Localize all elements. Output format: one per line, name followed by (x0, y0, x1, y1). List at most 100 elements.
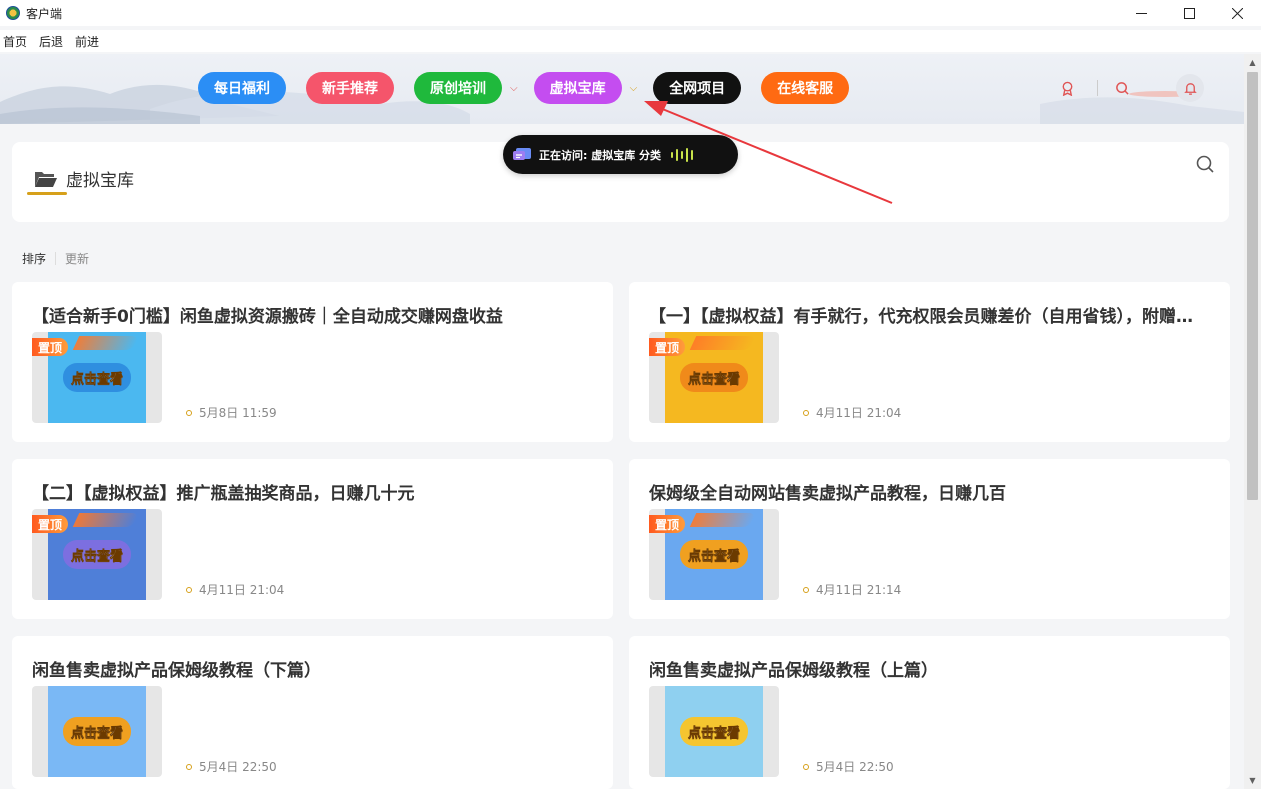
post-date-text: 5月4日 22:50 (816, 760, 894, 774)
view-button: 点击查看 (62, 540, 131, 569)
vertical-scrollbar[interactable]: ▲ ▼ (1244, 54, 1261, 789)
post-title[interactable]: 【二】【虚拟权益】推广瓶盖抽奖商品，日赚几十元 (32, 479, 592, 504)
category-title-text: 虚拟宝库 (66, 171, 134, 191)
search-icon[interactable] (1195, 154, 1215, 174)
nav-original-training[interactable]: 原创培训 (414, 72, 502, 104)
post-thumbnail[interactable]: 点击查看 置顶 (32, 509, 162, 600)
flame-decoration (689, 336, 757, 350)
pinned-badge: 置顶 (649, 515, 686, 533)
close-icon (1231, 7, 1243, 19)
thumbnail-art: 点击查看 (48, 686, 146, 777)
pinned-badge: 置顶 (32, 338, 69, 356)
post-card[interactable]: 闲鱼售卖虚拟产品保姆级教程（下篇） 点击查看 5月4日 22:50 (12, 636, 613, 789)
date-dot-icon (803, 409, 809, 416)
title-bar: 客户端 (0, 0, 1261, 26)
post-card[interactable]: 【二】【虚拟权益】推广瓶盖抽奖商品，日赚几十元 点击查看 置顶 4月11日 21… (12, 459, 613, 619)
bell-icon (1183, 82, 1197, 95)
nav-virtual-treasury[interactable]: 虚拟宝库 (533, 72, 622, 104)
post-title[interactable]: 【适合新手0门槛】闲鱼虚拟资源搬砖｜全自动成交赚网盘收益 (32, 302, 592, 327)
post-card[interactable]: 保姆级全自动网站售卖虚拟产品教程，日赚几百 点击查看 置顶 4月11日 21:1… (629, 459, 1230, 619)
date-dot-icon (186, 763, 192, 770)
post-title[interactable]: 【一】【虚拟权益】有手就行，代充权限会员赚差价（自用省钱），附赠完整代充渠道 (649, 302, 1209, 327)
post-card[interactable]: 【一】【虚拟权益】有手就行，代充权限会员赚差价（自用省钱），附赠完整代充渠道 点… (629, 282, 1230, 442)
sort-option-update[interactable]: 更新 (65, 250, 89, 267)
nav-online-service[interactable]: 在线客服 (761, 72, 850, 104)
post-title[interactable]: 闲鱼售卖虚拟产品保姆级教程（下篇） (32, 656, 592, 681)
scroll-up-arrow-icon[interactable]: ▲ (1244, 54, 1261, 71)
visiting-text: 正在访问: 虚拟宝库 分类 (539, 148, 662, 162)
flame-decoration (72, 336, 140, 350)
view-button: 点击查看 (679, 363, 748, 392)
post-title[interactable]: 闲鱼售卖虚拟产品保姆级教程（上篇） (649, 656, 1209, 681)
sort-divider (55, 252, 57, 265)
sort-label[interactable]: 排序 (22, 250, 46, 267)
thumbnail-art: 点击查看 (665, 686, 763, 777)
date-dot-icon (186, 409, 192, 416)
award-button[interactable] (1053, 74, 1081, 102)
post-date: 5月4日 22:50 (803, 758, 894, 775)
nav-all-projects[interactable]: 全网项目 (653, 72, 742, 104)
post-title[interactable]: 保姆级全自动网站售卖虚拟产品教程，日赚几百 (649, 479, 1209, 504)
scrollbar-thumb[interactable] (1247, 72, 1258, 500)
view-button: 点击查看 (679, 717, 748, 746)
post-thumbnail[interactable]: 点击查看 置顶 (649, 509, 779, 600)
date-dot-icon (803, 763, 809, 770)
post-date-text: 5月4日 22:50 (199, 760, 277, 774)
menu-home[interactable]: 首页 (3, 33, 27, 50)
maximize-button[interactable] (1165, 0, 1213, 26)
header-divider (1097, 80, 1098, 96)
post-date-text: 5月8日 11:59 (199, 406, 277, 420)
flame-decoration (689, 513, 757, 527)
nav-newbie-recommend[interactable]: 新手推荐 (306, 72, 394, 104)
category-title: 虚拟宝库 (34, 166, 134, 191)
menu-back[interactable]: 后退 (39, 33, 63, 50)
window-controls (1117, 0, 1261, 26)
post-thumbnail[interactable]: 点击查看 (32, 686, 162, 777)
chevron-down-icon[interactable]: ⌵ (510, 83, 518, 94)
post-date-text: 4月11日 21:14 (816, 583, 902, 597)
view-button: 点击查看 (62, 363, 131, 392)
close-button[interactable] (1213, 0, 1261, 26)
menu-bar: 首页 后退 前进 (0, 30, 1261, 52)
header-actions (1031, 74, 1204, 102)
app-logo-icon (6, 6, 20, 20)
post-date: 5月8日 11:59 (186, 404, 277, 421)
post-date: 4月11日 21:14 (803, 581, 901, 598)
award-icon (1062, 81, 1072, 96)
post-card[interactable]: 闲鱼售卖虚拟产品保姆级教程（上篇） 点击查看 5月4日 22:50 (629, 636, 1230, 789)
nav-daily-benefits[interactable]: 每日福利 (198, 72, 286, 104)
post-thumbnail[interactable]: 点击查看 置顶 (32, 332, 162, 423)
post-thumbnail[interactable]: 点击查看 (649, 686, 779, 777)
window-title: 客户端 (26, 6, 63, 21)
header-search-button[interactable] (1108, 74, 1136, 102)
pinned-badge: 置顶 (32, 515, 69, 533)
folder-open-icon (35, 171, 57, 187)
view-button: 点击查看 (62, 717, 131, 746)
post-date: 4月11日 21:04 (186, 581, 284, 598)
pinned-badge: 置顶 (649, 338, 686, 356)
chevron-down-icon[interactable]: ⌵ (630, 83, 638, 94)
category-underline (27, 192, 67, 195)
post-date: 4月11日 21:04 (803, 404, 901, 421)
sort-bar: 排序 更新 (22, 250, 89, 267)
search-icon (1115, 81, 1129, 95)
main-nav: 每日福利 新手推荐 原创培训 ⌵ 虚拟宝库 ⌵ 全网项目 在线客服 (198, 72, 869, 104)
site-header: 每日福利 新手推荐 原创培训 ⌵ 虚拟宝库 ⌵ 全网项目 在线客服 (0, 54, 1244, 124)
flame-decoration (72, 513, 140, 527)
notifications-button[interactable] (1176, 74, 1204, 102)
maximize-icon (1183, 7, 1195, 19)
date-dot-icon (803, 586, 809, 593)
minimize-button[interactable] (1117, 0, 1165, 26)
post-card[interactable]: 【适合新手0门槛】闲鱼虚拟资源搬砖｜全自动成交赚网盘收益 点击查看 置顶 5月8… (12, 282, 613, 442)
audio-bars-icon (671, 147, 696, 162)
post-thumbnail[interactable]: 点击查看 置顶 (649, 332, 779, 423)
post-date: 5月4日 22:50 (186, 758, 277, 775)
minimize-icon (1135, 12, 1147, 14)
scroll-down-arrow-icon[interactable]: ▼ (1244, 772, 1261, 789)
date-dot-icon (186, 586, 192, 593)
post-date-text: 4月11日 21:04 (816, 406, 902, 420)
chat-icon (513, 147, 531, 160)
menu-forward[interactable]: 前进 (75, 33, 99, 50)
view-button: 点击查看 (679, 540, 748, 569)
post-date-text: 4月11日 21:04 (199, 583, 285, 597)
